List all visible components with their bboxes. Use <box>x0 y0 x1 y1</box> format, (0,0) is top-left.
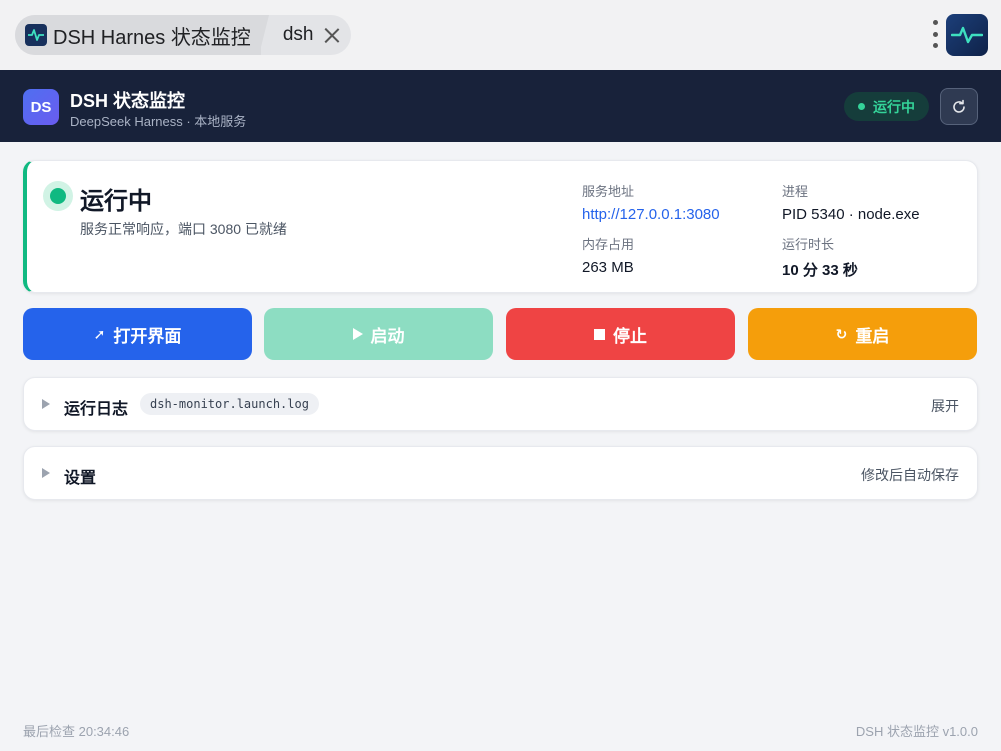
log-file-chip: dsh-monitor.launch.log <box>140 393 319 415</box>
status-description: 服务正常响应，端口 3080 已就绪 <box>80 221 287 237</box>
log-title: 运行日志 <box>64 401 129 418</box>
info-memory: 内存占用 263 MB <box>582 234 634 276</box>
process-value: PID 5340 · node.exe <box>782 206 920 223</box>
refresh-button[interactable] <box>940 88 978 125</box>
more-menu-icon[interactable] <box>932 20 938 48</box>
app-pulse-icon <box>946 14 988 56</box>
stop-icon <box>594 328 605 340</box>
memory-value: 263 MB <box>582 259 634 276</box>
window-titlebar: DSH Harnes 状态监控 dsh <box>0 0 1001 70</box>
info-address: 服务地址 http://127.0.0.1:3080 <box>582 181 720 223</box>
info-process: 进程 PID 5340 · node.exe <box>782 181 920 223</box>
process-label: 进程 <box>782 184 809 199</box>
status-dot-icon <box>858 103 865 110</box>
log-section[interactable]: 运行日志 dsh-monitor.launch.log 展开 <box>23 377 978 431</box>
tab-sub-label: dsh <box>282 24 314 45</box>
stop-label: 停止 <box>613 326 647 346</box>
running-indicator-icon <box>43 181 73 211</box>
app-subtitle: DeepSeek Harness · 本地服务 <box>70 114 247 129</box>
expand-caret-icon <box>42 399 50 409</box>
app-title: DSH 状态监控 <box>70 91 186 111</box>
restart-icon: ↻ <box>835 325 848 342</box>
close-icon[interactable] <box>323 26 341 44</box>
info-uptime: 运行时长 10 分 33 秒 <box>782 234 858 280</box>
address-link[interactable]: http://127.0.0.1:3080 <box>582 206 720 223</box>
pulse-icon <box>25 24 47 46</box>
status-card: 运行中 服务正常响应，端口 3080 已就绪 服务地址 http://127.0… <box>23 160 978 293</box>
stop-button[interactable]: 停止 <box>506 308 735 360</box>
restart-label: 重启 <box>855 326 890 346</box>
expand-caret-icon <box>42 468 50 478</box>
status-title: 运行中 <box>80 188 152 215</box>
start-label: 启动 <box>370 326 405 346</box>
play-icon <box>352 328 363 340</box>
uptime-label: 运行时长 <box>782 237 835 252</box>
tab-group: DSH Harnes 状态监控 dsh <box>15 15 352 55</box>
start-button[interactable]: 启动 <box>264 308 493 360</box>
address-label: 服务地址 <box>582 184 635 199</box>
uptime-value: 10 分 33 秒 <box>782 262 858 279</box>
open-ui-button[interactable]: ➚ 打开界面 <box>23 308 252 360</box>
app-version: DSH 状态监控 v1.0.0 <box>855 724 978 739</box>
restart-button[interactable]: ↻ 重启 <box>748 308 977 360</box>
memory-label: 内存占用 <box>582 237 635 252</box>
external-arrow-icon: ➚ <box>93 325 106 342</box>
app-header: DS DSH 状态监控 DeepSeek Harness · 本地服务 运行中 <box>0 70 1001 142</box>
log-expand-toggle[interactable]: 展开 <box>931 396 959 416</box>
app-logo: DS <box>23 89 59 125</box>
settings-title: 设置 <box>64 470 97 487</box>
refresh-icon <box>953 99 965 113</box>
tab-dsh[interactable]: dsh <box>261 15 352 55</box>
settings-section[interactable]: 设置 修改后自动保存 <box>23 446 978 500</box>
open-ui-label: 打开界面 <box>113 326 182 346</box>
status-badge: 运行中 <box>844 92 929 121</box>
tab-title: DSH Harnes 状态监控 <box>53 26 251 49</box>
settings-autosave-note: 修改后自动保存 <box>861 467 959 483</box>
last-check-time: 最后检查 20:34:46 <box>23 724 130 739</box>
status-badge-label: 运行中 <box>873 98 915 115</box>
tab-main[interactable]: DSH Harnes 状态监控 <box>15 15 269 55</box>
